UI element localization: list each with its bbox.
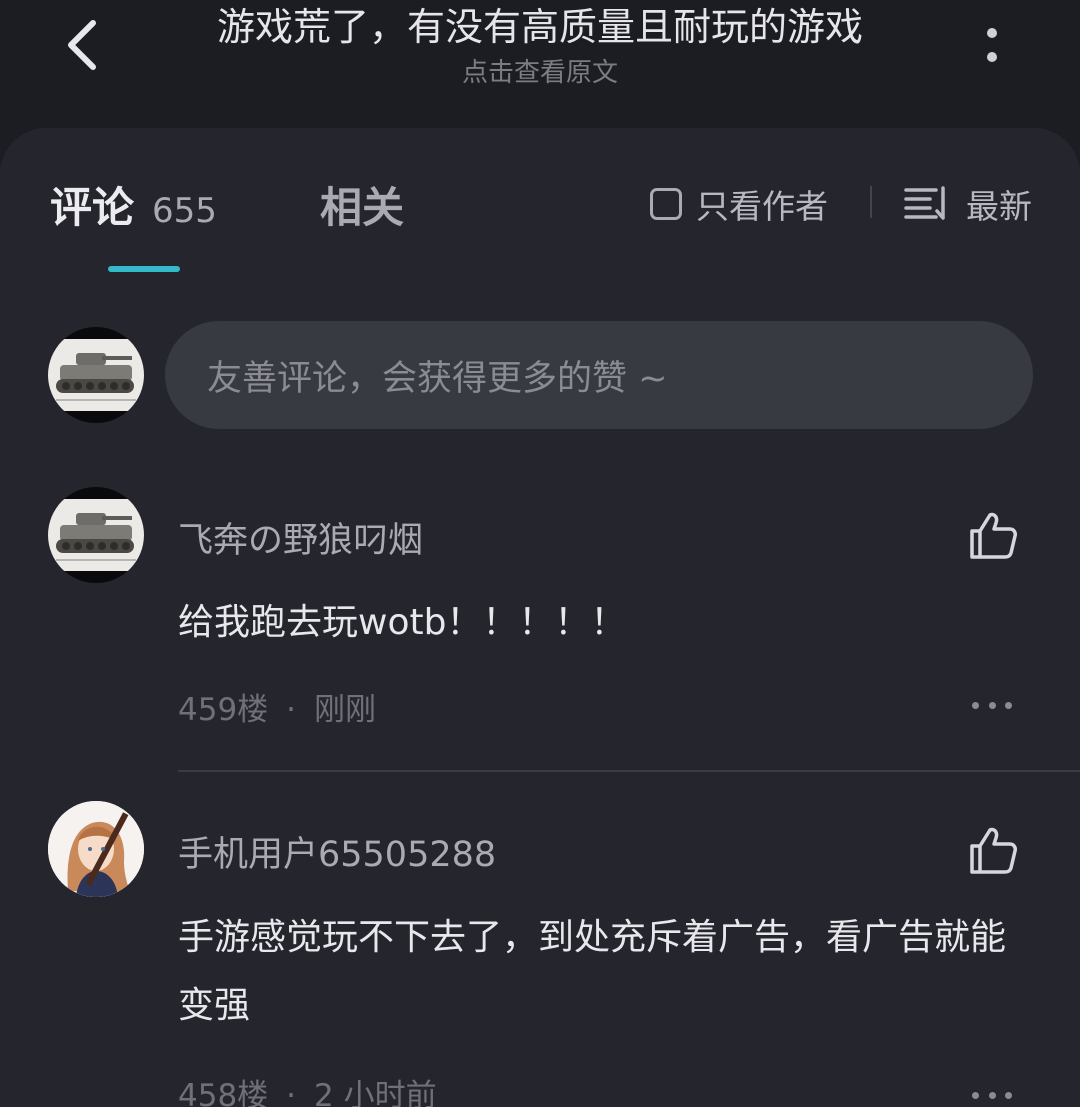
only-author-label: 只看作者	[696, 187, 828, 226]
comment-input[interactable]: 友善评论，会获得更多的赞 ~	[165, 321, 1033, 429]
page-title: 游戏荒了，有没有高质量且耐玩的游戏	[216, 5, 863, 49]
comment-input-placeholder: 友善评论，会获得更多的赞 ~	[207, 358, 668, 399]
thumbs-up-icon	[970, 827, 1017, 874]
comment-more-button[interactable]	[972, 1085, 1012, 1105]
comment-count: 655	[152, 191, 217, 231]
current-user-avatar[interactable]	[48, 327, 144, 423]
filter-divider	[870, 186, 872, 218]
comments-panel: 评论 655 相关 只看作者 最新 友善评论，会获得更多的赞 ~ 飞奔の野狼叼烟…	[0, 128, 1080, 1107]
view-original-link[interactable]: 点击查看原文	[140, 56, 940, 90]
comment-time: 刚刚	[314, 692, 377, 728]
comment-meta: 459楼 · 刚刚	[178, 692, 377, 728]
avatar[interactable]	[48, 801, 144, 897]
checkbox-icon	[650, 188, 682, 220]
top-bar: 游戏荒了，有没有高质量且耐玩的游戏 点击查看原文	[0, 0, 1080, 128]
back-button[interactable]	[52, 12, 112, 78]
tank-avatar	[48, 499, 144, 571]
comment-meta: 458楼 · 2 小时前	[178, 1070, 437, 1107]
tank-avatar	[48, 339, 144, 411]
comment-time: 2 小时前	[314, 1078, 437, 1107]
avatar[interactable]	[48, 487, 144, 583]
tab-related[interactable]: 相关	[320, 174, 404, 235]
comment-divider	[178, 770, 1080, 772]
comment-floor: 459楼	[178, 692, 269, 728]
active-tab-indicator	[108, 266, 180, 272]
sort-button[interactable]: 最新	[904, 180, 1032, 228]
thumbs-up-icon	[970, 512, 1017, 559]
more-horizontal-icon	[972, 701, 979, 709]
tab-comments-label: 评论	[50, 183, 135, 232]
comment-username[interactable]: 手机用户65505288	[178, 826, 496, 877]
comment-floor: 458楼	[178, 1078, 269, 1107]
like-button[interactable]	[966, 509, 1020, 563]
comment-more-button[interactable]	[972, 695, 1012, 715]
sort-icon	[904, 186, 945, 220]
like-button[interactable]	[966, 824, 1020, 878]
tab-bar: 评论 655 相关 只看作者 最新	[0, 128, 1080, 278]
sort-label: 最新	[966, 187, 1032, 226]
comment-text: 手游感觉玩不下去了，到处充斥着广告，看广告就能变强	[178, 917, 1007, 1026]
anime-girl-avatar	[48, 801, 144, 897]
tab-comments[interactable]: 评论 655	[50, 174, 217, 235]
comment-username[interactable]: 飞奔の野狼叼烟	[178, 512, 423, 563]
more-horizontal-icon	[972, 1091, 979, 1099]
more-options-button[interactable]	[972, 18, 1012, 72]
comment-text: 给我跑去玩wotb！！！！！	[178, 602, 627, 643]
only-author-toggle[interactable]: 只看作者	[650, 180, 828, 228]
back-arrow-icon	[68, 20, 96, 70]
more-vertical-icon	[987, 28, 997, 38]
